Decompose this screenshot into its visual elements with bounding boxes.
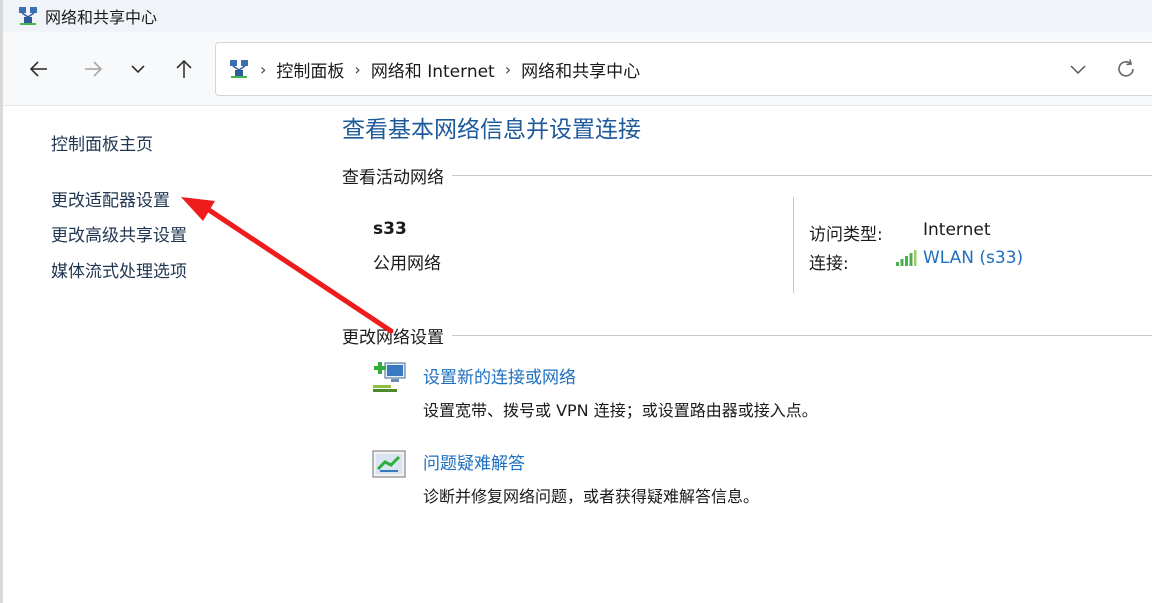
- section-divider: [452, 334, 1152, 336]
- section-label: 更改网络设置: [342, 327, 444, 348]
- sidebar-item-change-adapter-settings[interactable]: 更改适配器设置: [51, 186, 170, 211]
- breadcrumb-separator: ›: [260, 59, 267, 79]
- active-networks-header: 查看活动网络: [342, 163, 1152, 188]
- breadcrumb-network-sharing-center[interactable]: 网络和共享中心: [521, 57, 640, 82]
- breadcrumb-network-internet[interactable]: 网络和 Internet: [371, 57, 495, 82]
- arrow-left-icon: [29, 61, 47, 77]
- vertical-divider: [793, 197, 794, 293]
- arrow-up-icon: [176, 59, 192, 78]
- network-name: s33: [373, 219, 407, 239]
- window-title: 网络和共享中心: [45, 8, 158, 27]
- sidebar-item-change-advanced-sharing[interactable]: 更改高级共享设置: [51, 221, 187, 246]
- chevron-down-icon: [131, 65, 145, 74]
- forward-button[interactable]: [78, 54, 108, 84]
- connections-label: 连接:: [809, 254, 849, 274]
- network-sharing-icon: [19, 7, 37, 25]
- back-button[interactable]: [24, 54, 54, 84]
- sidebar-item-media-streaming[interactable]: 媒体流式处理选项: [51, 257, 187, 282]
- network-sharing-center-window: 网络和共享中心 › 控制面板 › 网络和 Internet › 网络和共享中心 …: [0, 0, 1152, 603]
- arrow-right-icon: [85, 61, 103, 77]
- page-title: 查看基本网络信息并设置连接: [342, 117, 641, 143]
- refresh-button[interactable]: [1115, 58, 1134, 84]
- troubleshoot-link[interactable]: 问题疑难解答: [423, 449, 525, 474]
- sidebar-item-control-panel-home[interactable]: 控制面板主页: [51, 130, 153, 155]
- task-pane: [3, 106, 323, 603]
- wlan-connection-link[interactable]: WLAN (s33): [895, 248, 1023, 268]
- address-bar[interactable]: › 控制面板 › 网络和 Internet › 网络和共享中心: [215, 42, 1152, 96]
- setup-new-connection-description: 设置宽带、拨号或 VPN 连接；或设置路由器或接入点。: [423, 401, 818, 420]
- navigation-bar: › 控制面板 › 网络和 Internet › 网络和共享中心: [3, 32, 1152, 106]
- recent-locations-button[interactable]: [123, 54, 153, 84]
- chevron-down-icon: [1070, 65, 1086, 75]
- new-connection-icon: [373, 362, 406, 392]
- network-sharing-icon: [230, 60, 248, 78]
- title-bar: 网络和共享中心: [3, 0, 1152, 32]
- breadcrumb-separator[interactable]: ›: [505, 60, 511, 79]
- setup-new-connection-link[interactable]: 设置新的连接或网络: [423, 363, 576, 388]
- address-history-button[interactable]: [1068, 59, 1088, 83]
- wlan-connection-label[interactable]: WLAN (s33): [923, 248, 1023, 268]
- up-button[interactable]: [169, 54, 199, 84]
- breadcrumb-separator[interactable]: ›: [354, 60, 360, 79]
- access-type-value: Internet: [923, 220, 991, 240]
- section-divider: [452, 174, 1152, 176]
- change-settings-header: 更改网络设置: [342, 323, 1152, 348]
- refresh-icon: [1118, 59, 1134, 77]
- network-category: 公用网络: [373, 254, 441, 274]
- section-label: 查看活动网络: [342, 167, 444, 188]
- wifi-signal-icon: [896, 250, 917, 266]
- access-type-label: 访问类型:: [809, 225, 883, 245]
- troubleshoot-description: 诊断并修复网络问题，或者获得疑难解答信息。: [423, 487, 760, 506]
- breadcrumb-control-panel[interactable]: 控制面板: [276, 57, 344, 82]
- troubleshoot-icon: [372, 450, 406, 478]
